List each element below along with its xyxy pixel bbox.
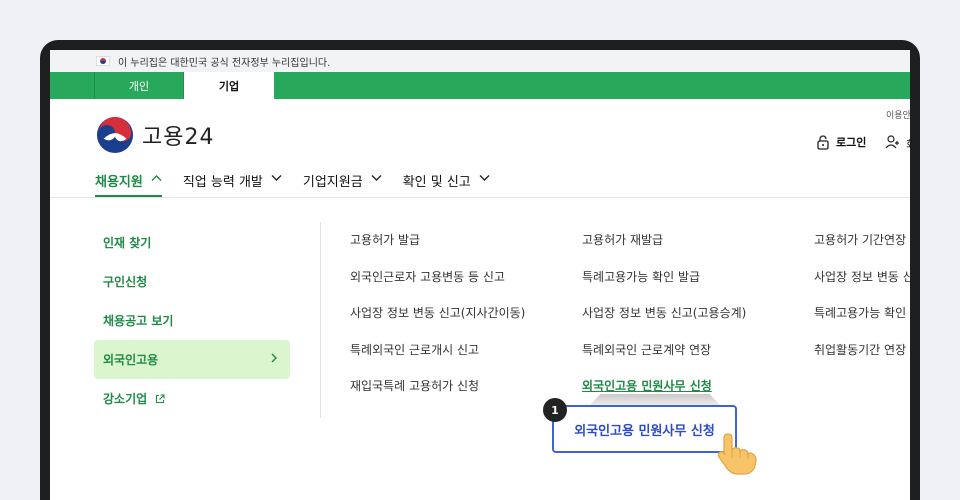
menu-link[interactable]: 사업장 정보 변동 신고(지사간이동) [350,304,525,341]
menu-link[interactable]: 재입국특례 고용허가 신청 [350,377,525,414]
usage-guide-link[interactable]: 이용안 [886,108,910,121]
submenu-label: 채용공고 보기 [103,314,174,328]
browser-screen: 이 누리집은 대한민국 공식 전자정부 누리집입니다. 개인 기업 고용24 이… [50,50,910,500]
nav-item-training[interactable]: 직업 능력 개발 [183,171,282,197]
main-nav: 채용지원 직업 능력 개발 기업지원금 확인 및 신고 [95,171,511,197]
link-column-2: 고용허가 재발급 특례고용가능 확인 발급 사업장 정보 변동 신고(고용승계)… [582,231,746,414]
nav-label: 확인 및 신고 [402,175,471,190]
chevron-down-icon [271,175,282,181]
nav-label: 기업지원금 [302,175,363,190]
menu-link[interactable]: 고용허가 발급 [350,231,525,268]
menu-link[interactable]: 취업활동기간 연장 [814,341,910,378]
user-type-tabs: 개인 기업 [50,72,910,99]
tab-personal[interactable]: 개인 [94,72,184,99]
login-label: 로그인 [836,136,867,149]
join-label[interactable]: 회 [906,136,910,152]
site-logo[interactable]: 고용24 [96,116,214,154]
chevron-down-icon [371,175,382,181]
submenu-label: 외국인고용 [103,353,159,367]
submenu-list: 인재 찾기 구인신청 채용공고 보기 외국인고용 강소기업 [94,223,290,418]
header-divider [50,197,910,198]
submenu-item-foreign-employment[interactable]: 외국인고용 [94,340,290,379]
menu-link[interactable]: 특례고용가능 확인 [814,304,910,341]
taegeuk-logo-icon [96,116,134,154]
submenu-label: 인재 찾기 [103,236,152,250]
menu-link[interactable]: 고용허가 기간연장 [814,231,910,268]
lock-icon [817,135,829,150]
menu-link[interactable]: 고용허가 재발급 [582,231,746,268]
chevron-down-icon [479,175,490,181]
nav-item-recruitment[interactable]: 채용지원 [95,171,162,197]
menu-link[interactable]: 사업장 정보 변동 신 [814,268,910,305]
user-add-icon[interactable] [885,134,901,150]
hand-pointer-icon [717,433,757,475]
callout-connector [590,394,720,405]
submenu-item-talent-search[interactable]: 인재 찾기 [94,223,290,262]
tab-company[interactable]: 기업 [184,72,274,99]
external-link-icon [156,393,165,403]
submenu-item-job-request[interactable]: 구인신청 [94,262,290,301]
gov-notice-text: 이 누리집은 대한민국 공식 전자정부 누리집입니다. [118,57,331,69]
menu-link[interactable]: 사업장 정보 변동 신고(고용승계) [582,304,746,341]
link-column-3: 고용허가 기간연장 사업장 정보 변동 신 특례고용가능 확인 취업활동기간 연… [814,231,910,377]
nav-item-subsidy[interactable]: 기업지원금 [303,171,382,197]
chevron-right-icon [271,353,277,363]
submenu-divider [320,222,321,418]
nav-item-report[interactable]: 확인 및 신고 [403,171,490,197]
login-button[interactable]: 로그인 [816,134,866,150]
korean-flag-icon [96,56,110,66]
callout-box: 외국인고용 민원사무 신청 [552,405,737,453]
submenu-item-job-postings[interactable]: 채용공고 보기 [94,301,290,340]
step-badge: 1 [543,398,567,422]
brand-name: 고용24 [142,125,215,150]
callout-label: 외국인고용 민원사무 신청 [574,423,715,439]
menu-link[interactable]: 특례외국인 근로개시 신고 [350,341,525,378]
chevron-up-icon [151,175,162,181]
menu-link[interactable]: 외국인근로자 고용변동 등 신고 [350,268,525,305]
submenu-label: 강소기업 [103,392,148,406]
menu-link[interactable]: 특례외국인 근로계약 연장 [582,341,746,378]
submenu-item-small-giant[interactable]: 강소기업 [94,379,290,418]
nav-label: 직업 능력 개발 [182,175,263,190]
submenu-label: 구인신청 [103,275,148,289]
link-column-1: 고용허가 발급 외국인근로자 고용변동 등 신고 사업장 정보 변동 신고(지사… [350,231,525,414]
nav-label: 채용지원 [95,175,143,190]
menu-link[interactable]: 특례고용가능 확인 발급 [582,268,746,305]
gov-notice-bar: 이 누리집은 대한민국 공식 전자정부 누리집입니다. [50,50,910,72]
